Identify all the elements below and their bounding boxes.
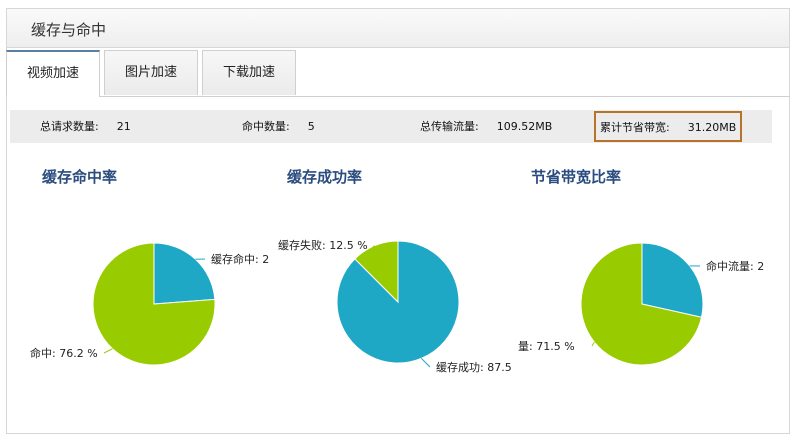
pie-leader-line [103,348,113,354]
pie-charts: 缓存命中: 2 命中: 76.2 % 缓存成功: 87.5 缓存失败: 12.5 % 命… [30,238,764,374]
pie-data-label: 缓存成功: 87.5 [436,360,512,374]
pie-data-label: 缓存命中: 2 [211,252,269,266]
pie-data-label: 命中: 76.2 % [30,346,98,360]
pie-slice-0-0[interactable] [153,242,216,305]
pie-data-label: 缓存失败: 12.5 % [278,238,368,252]
pie-data-label: 量: 71.5 % [518,340,575,353]
pie-leader-line [420,358,431,368]
pie-leader-line [591,341,595,347]
pie-data-label: 命中流量: 2 [706,259,764,273]
